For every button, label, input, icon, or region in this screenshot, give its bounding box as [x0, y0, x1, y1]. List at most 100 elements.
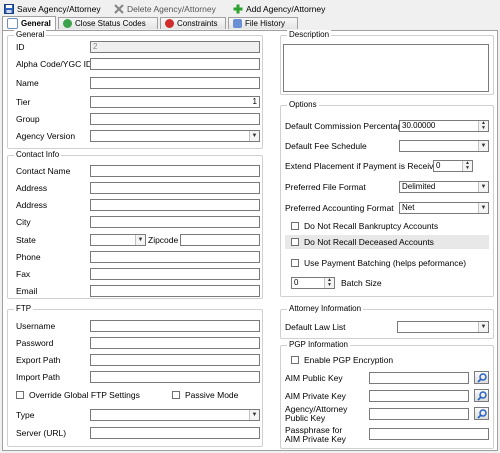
- accounting-format-select[interactable]: Net ▼: [399, 202, 489, 214]
- import-path-field[interactable]: [90, 371, 260, 383]
- city-label: City: [16, 217, 31, 227]
- commission-spinner[interactable]: 30.00000 ▲ ▼: [399, 120, 489, 132]
- spin-down-icon[interactable]: ▼: [478, 126, 488, 131]
- agency-public-key-label-line2: Public Key: [285, 413, 326, 423]
- payment-batching-checkbox[interactable]: [291, 259, 299, 267]
- address1-field[interactable]: [90, 182, 260, 194]
- add-button-label: Add Agency/Attorney: [246, 4, 326, 14]
- description-textarea[interactable]: [283, 44, 489, 92]
- options-group: Options Default Commission Percentage 30…: [280, 100, 494, 297]
- no-recall-bankruptcy-label: Do Not Recall Bankruptcy Accounts: [304, 221, 439, 231]
- default-law-list-select[interactable]: ▼: [397, 321, 489, 333]
- no-recall-deceased-checkbox[interactable]: [291, 238, 299, 246]
- commission-value: 30.00000: [402, 121, 436, 130]
- general-tab-panel: General ID 2 Alpha Code/YGC ID Name Tier…: [2, 30, 498, 451]
- agency-version-label: Agency Version: [16, 131, 76, 141]
- agency-public-key-field[interactable]: [369, 408, 469, 420]
- save-button[interactable]: Save Agency/Attorney: [4, 2, 101, 16]
- override-ftp-label: Override Global FTP Settings: [29, 390, 140, 400]
- file-format-label: Preferred File Format: [285, 182, 366, 192]
- tab-constraints[interactable]: Constraints: [160, 17, 226, 29]
- description-legend: Description: [287, 30, 332, 39]
- batch-size-spinner[interactable]: 0 ▲ ▼: [291, 277, 335, 289]
- general-group: General ID 2 Alpha Code/YGC ID Name Tier…: [7, 30, 263, 149]
- ftp-type-select[interactable]: ▼: [90, 409, 260, 421]
- enable-pgp-checkbox[interactable]: [291, 356, 299, 364]
- server-url-field[interactable]: [90, 427, 260, 439]
- chevron-down-icon: ▼: [478, 203, 488, 213]
- aim-public-key-field[interactable]: [369, 372, 469, 384]
- passphrase-field[interactable]: [369, 428, 489, 440]
- no-recall-deceased-label: Do Not Recall Deceased Accounts: [304, 237, 434, 247]
- tab-constraints-label: Constraints: [177, 19, 218, 28]
- attorney-info-legend: Attorney Information: [287, 304, 364, 313]
- chevron-down-icon: ▼: [249, 131, 259, 141]
- file-format-select[interactable]: Delimited ▼: [399, 181, 489, 193]
- tab-close-status-codes[interactable]: Close Status Codes: [58, 17, 158, 29]
- spin-down-icon[interactable]: ▼: [462, 166, 472, 171]
- agency-public-key-browse-button[interactable]: [474, 407, 489, 420]
- chevron-down-icon: ▼: [478, 322, 488, 332]
- spin-down-icon[interactable]: ▼: [324, 283, 334, 288]
- aim-private-key-field[interactable]: [369, 390, 469, 402]
- passphrase-label-line2: AIM Private Key: [285, 434, 346, 444]
- fee-schedule-select[interactable]: ▼: [399, 140, 489, 152]
- alpha-code-field[interactable]: [90, 58, 260, 70]
- passive-mode-checkbox[interactable]: [172, 391, 180, 399]
- extend-placement-spinner[interactable]: 0 ▲ ▼: [433, 160, 473, 172]
- id-label: ID: [16, 42, 25, 52]
- phone-field[interactable]: [90, 251, 260, 263]
- options-legend: Options: [287, 100, 319, 109]
- contact-name-label: Contact Name: [16, 166, 71, 176]
- contact-name-field[interactable]: [90, 165, 260, 177]
- tab-general-label: General: [21, 19, 51, 28]
- password-field[interactable]: [90, 337, 260, 349]
- agency-public-key-label: Agency/Attorney Public Key: [285, 405, 347, 423]
- zipcode-field[interactable]: [180, 234, 260, 246]
- chevron-down-icon: ▼: [478, 182, 488, 192]
- tier-field[interactable]: 1: [90, 96, 260, 108]
- address1-label: Address: [16, 183, 48, 193]
- magnifier-key-icon: [476, 372, 487, 383]
- address2-label: Address: [16, 200, 48, 210]
- aim-public-key-label: AIM Public Key: [285, 373, 343, 383]
- green-plus-icon: [233, 4, 243, 14]
- globe-icon: [63, 19, 72, 28]
- delete-button[interactable]: Delete Agency/Attorney: [114, 2, 216, 16]
- fax-label: Fax: [16, 269, 31, 279]
- id-field: 2: [90, 41, 260, 53]
- extend-placement-value: 0: [436, 161, 441, 170]
- alpha-code-label: Alpha Code/YGC ID: [16, 59, 93, 69]
- tab-file-history[interactable]: File History: [228, 17, 298, 29]
- import-path-label: Import Path: [16, 372, 60, 382]
- fax-field[interactable]: [90, 268, 260, 280]
- agency-version-select[interactable]: ▼: [90, 130, 260, 142]
- chevron-down-icon: ▼: [135, 235, 145, 245]
- ftp-group: FTP Username Password Export Path Import…: [7, 304, 263, 447]
- chevron-down-icon: ▼: [478, 141, 488, 151]
- default-law-list-label: Default Law List: [285, 322, 346, 332]
- delete-button-label: Delete Agency/Attorney: [127, 4, 216, 14]
- zipcode-label: Zipcode: [148, 235, 179, 245]
- address2-field[interactable]: [90, 199, 260, 211]
- state-select[interactable]: ▼: [90, 234, 146, 246]
- city-field[interactable]: [90, 216, 260, 228]
- username-field[interactable]: [90, 320, 260, 332]
- export-path-field[interactable]: [90, 354, 260, 366]
- pgp-info-legend: PGP Information: [287, 340, 350, 349]
- no-recall-bankruptcy-checkbox[interactable]: [291, 222, 299, 230]
- aim-public-key-browse-button[interactable]: [474, 371, 489, 384]
- tab-general[interactable]: General: [2, 16, 56, 30]
- group-field[interactable]: [90, 113, 260, 125]
- type-label: Type: [16, 410, 35, 420]
- export-path-label: Export Path: [16, 355, 61, 365]
- name-field[interactable]: [90, 77, 260, 89]
- document-icon: [7, 18, 18, 29]
- passive-mode-label: Passive Mode: [185, 390, 239, 400]
- email-field[interactable]: [90, 285, 260, 297]
- override-ftp-checkbox[interactable]: [16, 391, 24, 399]
- add-button[interactable]: Add Agency/Attorney: [233, 2, 325, 16]
- accounting-format-label: Preferred Accounting Format: [285, 203, 394, 213]
- aim-private-key-browse-button[interactable]: [474, 389, 489, 402]
- magnifier-key-icon: [476, 408, 487, 419]
